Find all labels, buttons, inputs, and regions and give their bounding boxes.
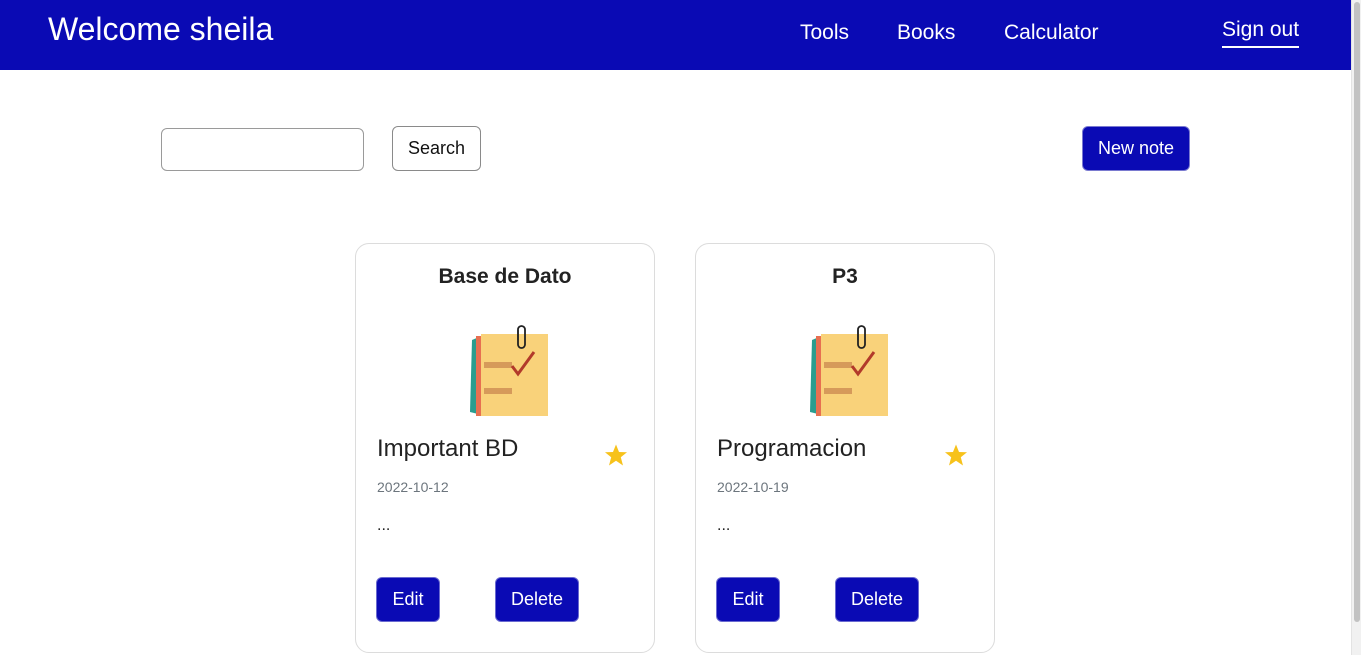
note-date: 2022-10-19 [717,479,789,495]
nav-link-tools[interactable]: Tools [800,21,849,45]
note-title: Base de Dato [438,265,572,288]
edit-button[interactable]: Edit [716,577,780,622]
nav-link-calculator[interactable]: Calculator [1004,21,1099,45]
search-button[interactable]: Search [392,126,481,171]
delete-button[interactable]: Delete [495,577,579,622]
nav-link-books[interactable]: Books [897,21,955,45]
delete-button[interactable]: Delete [835,577,919,622]
sign-out-link[interactable]: Sign out [1222,18,1300,48]
star-icon[interactable] [604,443,628,467]
note-body: ... [377,517,391,534]
edit-button[interactable]: Edit [376,577,440,622]
note-body: ... [717,517,731,534]
welcome-title: Welcome sheila [48,11,274,47]
note-subtitle: Programacion [717,435,867,462]
star-icon[interactable] [944,443,968,467]
page-scrollbar[interactable] [1351,0,1361,655]
note-date: 2022-10-12 [377,479,449,495]
top-navbar: Welcome sheila Tools Books Calculator Si… [0,0,1351,70]
scrollbar-thumb[interactable] [1354,2,1360,622]
note-card: Base de Dato Important BD 2022-10-12 ...… [355,243,655,653]
search-input[interactable] [161,128,364,171]
note-title: P3 [832,265,858,288]
sticky-note-icon [810,325,888,416]
sticky-note-icon [470,325,548,416]
note-card: P3 Programacion 2022-10-19 ... Edit Dele… [695,243,995,653]
note-subtitle: Important BD [377,435,519,462]
new-note-button[interactable]: New note [1082,126,1190,171]
